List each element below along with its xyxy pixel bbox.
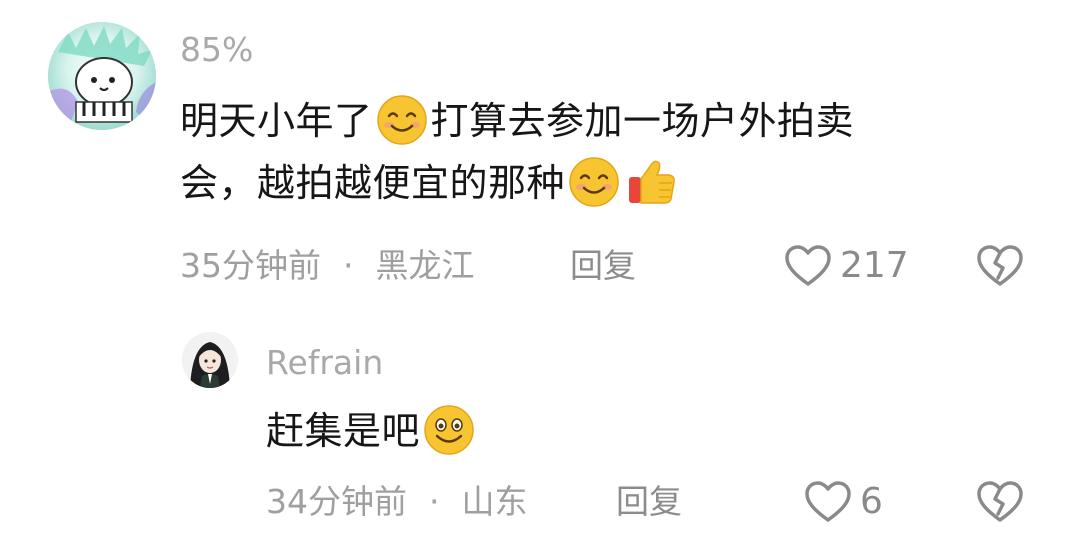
broken-heart-icon	[977, 245, 1023, 286]
heart-icon	[805, 481, 851, 522]
comment-text-part-3: 会，越拍越便宜的那种	[180, 161, 566, 205]
avatar-image	[182, 332, 238, 388]
comment-text: 明天小年了 打算去参加一场户外拍卖 会，越拍越便宜的那种	[180, 90, 980, 214]
grin-emoji-icon	[424, 404, 474, 455]
smile-emoji-icon	[569, 156, 619, 207]
reply-button[interactable]: 回复	[616, 482, 682, 522]
reply-text: 赶集是吧	[266, 400, 966, 462]
dislike-button[interactable]	[976, 244, 1024, 292]
broken-heart-icon	[977, 481, 1023, 522]
location: 黑龙江	[375, 246, 475, 285]
like-button[interactable]: 217	[784, 244, 909, 288]
avatar[interactable]	[182, 332, 238, 388]
timestamp: 34分钟前	[266, 482, 407, 521]
reply-text-part-1: 赶集是吧	[266, 409, 421, 453]
reply-item: Refrain 赶集是吧 34分钟前 · 山东 回复 6	[0, 300, 1080, 548]
comment-text-part-1: 明天小年了	[180, 99, 373, 143]
like-count: 6	[860, 481, 883, 522]
username[interactable]: Refrain	[266, 343, 383, 383]
comment-text-part-2: 打算去参加一场户外拍卖	[430, 99, 855, 143]
thumbs-up-emoji-icon	[629, 160, 675, 204]
reply-button[interactable]: 回复	[570, 246, 636, 286]
like-count: 217	[840, 245, 909, 286]
username[interactable]: 85%	[180, 30, 253, 70]
meta-separator: ·	[429, 482, 440, 521]
avatar-image	[48, 22, 156, 130]
avatar[interactable]	[48, 22, 156, 130]
timestamp: 35分钟前	[180, 246, 321, 285]
comment-item: 85% 明天小年了 打算去参加一场户外拍卖 会，越拍越便宜的那种 35分钟前 · 黑…	[0, 0, 1080, 300]
reply-meta: 34分钟前 · 山东	[266, 482, 528, 522]
like-button[interactable]: 6	[804, 480, 883, 524]
comment-meta: 35分钟前 · 黑龙江	[180, 246, 475, 286]
smile-emoji-icon	[376, 94, 427, 145]
dislike-button[interactable]	[976, 480, 1024, 528]
location: 山东	[461, 482, 528, 521]
heart-icon	[785, 245, 831, 286]
meta-separator: ·	[343, 246, 354, 285]
